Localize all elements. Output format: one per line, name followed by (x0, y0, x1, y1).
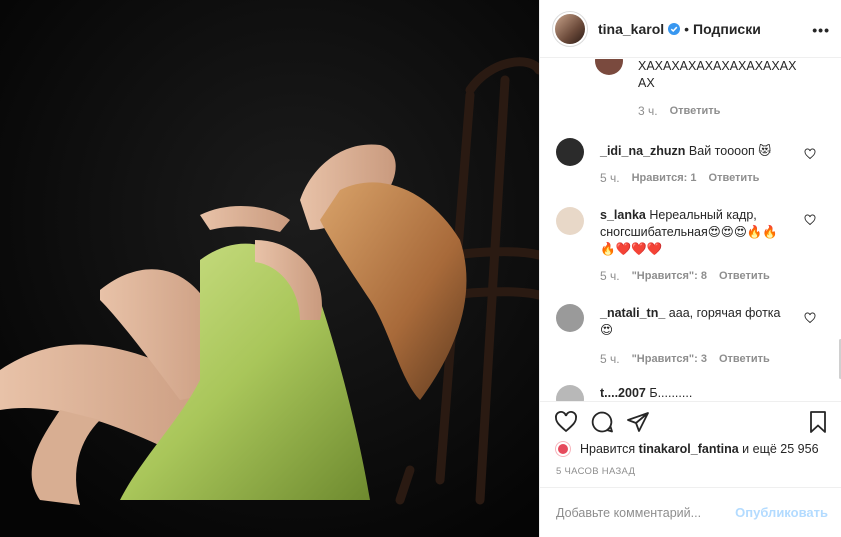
post-side-panel: tina_karol • Подписки ••• ХАХАХАХАХАХАХА… (539, 0, 841, 537)
publish-button[interactable]: Опубликовать (735, 505, 828, 520)
bookmark-icon[interactable] (806, 410, 830, 434)
comment-likes[interactable]: "Нравится": 3 (632, 353, 707, 365)
comment-username[interactable]: _natali_tn_ (600, 306, 665, 320)
profile-avatar[interactable] (552, 10, 588, 47)
reply-button[interactable]: Ответить (719, 353, 770, 365)
small-heart-icon[interactable] (804, 214, 816, 226)
photo-image (0, 0, 539, 537)
comment-likes[interactable]: Нравится: 1 (632, 172, 697, 184)
comment-text: ХАХАХАХАХАХАХАХАХАХ АХ (638, 59, 797, 90)
small-heart-icon[interactable] (804, 312, 816, 324)
comment-meta: 3 ч. Ответить (638, 104, 720, 118)
comment-avatar[interactable] (556, 138, 584, 166)
comment-meta: 5 ч. "Нравится": 3 Ответить (600, 352, 770, 366)
following-button[interactable]: Подписки (693, 21, 761, 37)
likes-prefix: Нравится (580, 442, 636, 456)
reply-button[interactable]: Ответить (670, 105, 721, 117)
small-heart-icon[interactable] (804, 148, 816, 160)
header-separator: • (684, 20, 690, 37)
likes-count[interactable]: и ещё 25 956 (742, 442, 818, 456)
comment-text: t....2007 Б.......... (600, 386, 693, 400)
reply-button[interactable]: Ответить (709, 172, 760, 184)
comment-meta: 5 ч. Нравится: 1 Ответить (600, 171, 759, 185)
comment-avatar[interactable] (595, 59, 623, 75)
comment-avatar[interactable] (556, 385, 584, 401)
post-actions: Нравится tinakarol_fantina и ещё 25 956 … (540, 401, 841, 487)
comment-avatar[interactable] (556, 207, 584, 235)
comment-time[interactable]: 5 ч. (600, 269, 620, 283)
reply-button[interactable]: Ответить (719, 270, 770, 282)
liker-username[interactable]: tinakarol_fantina (639, 442, 739, 456)
comment-text: _idi_na_zhuzn Вай тооооп 😻 (600, 144, 772, 158)
more-icon[interactable]: ••• (812, 22, 830, 38)
liker-avatar[interactable] (556, 442, 570, 456)
comment-time[interactable]: 5 ч. (600, 171, 620, 185)
header-username[interactable]: tina_karol (598, 21, 664, 37)
comment-username[interactable]: s_lanka (600, 208, 646, 222)
comment-text: _natali_tn_ ааа, горячая фотка 😍 (600, 306, 781, 337)
comment-meta: 5 ч. "Нравится": 8 Ответить (600, 269, 770, 283)
post-photo[interactable] (0, 0, 539, 537)
comment-avatar[interactable] (556, 304, 584, 332)
likes-summary: Нравится tinakarol_fantina и ещё 25 956 (556, 442, 819, 456)
verified-icon (668, 22, 681, 35)
comment-username[interactable]: _idi_na_zhuzn (600, 144, 685, 158)
share-icon[interactable] (626, 410, 650, 434)
comments-list: ХАХАХАХАХАХАХАХАХАХ АХ 3 ч. Ответить _idi… (540, 59, 841, 401)
post-timestamp[interactable]: 5 ЧАСОВ НАЗАД (556, 466, 635, 477)
comment-username[interactable]: t....2007 (600, 386, 646, 400)
add-comment-section: Опубликовать (540, 487, 841, 537)
comment-likes[interactable]: "Нравится": 8 (632, 270, 707, 282)
comment-time[interactable]: 5 ч. (600, 352, 620, 366)
heart-icon[interactable] (554, 410, 578, 434)
comment-input[interactable] (556, 505, 736, 520)
post-header: tina_karol • Подписки ••• (540, 0, 841, 58)
comment-text: s_lanka Нереальный кадр, сногсшибательная… (600, 208, 778, 256)
comment-time[interactable]: 3 ч. (638, 104, 658, 118)
comment-icon[interactable] (590, 410, 614, 434)
